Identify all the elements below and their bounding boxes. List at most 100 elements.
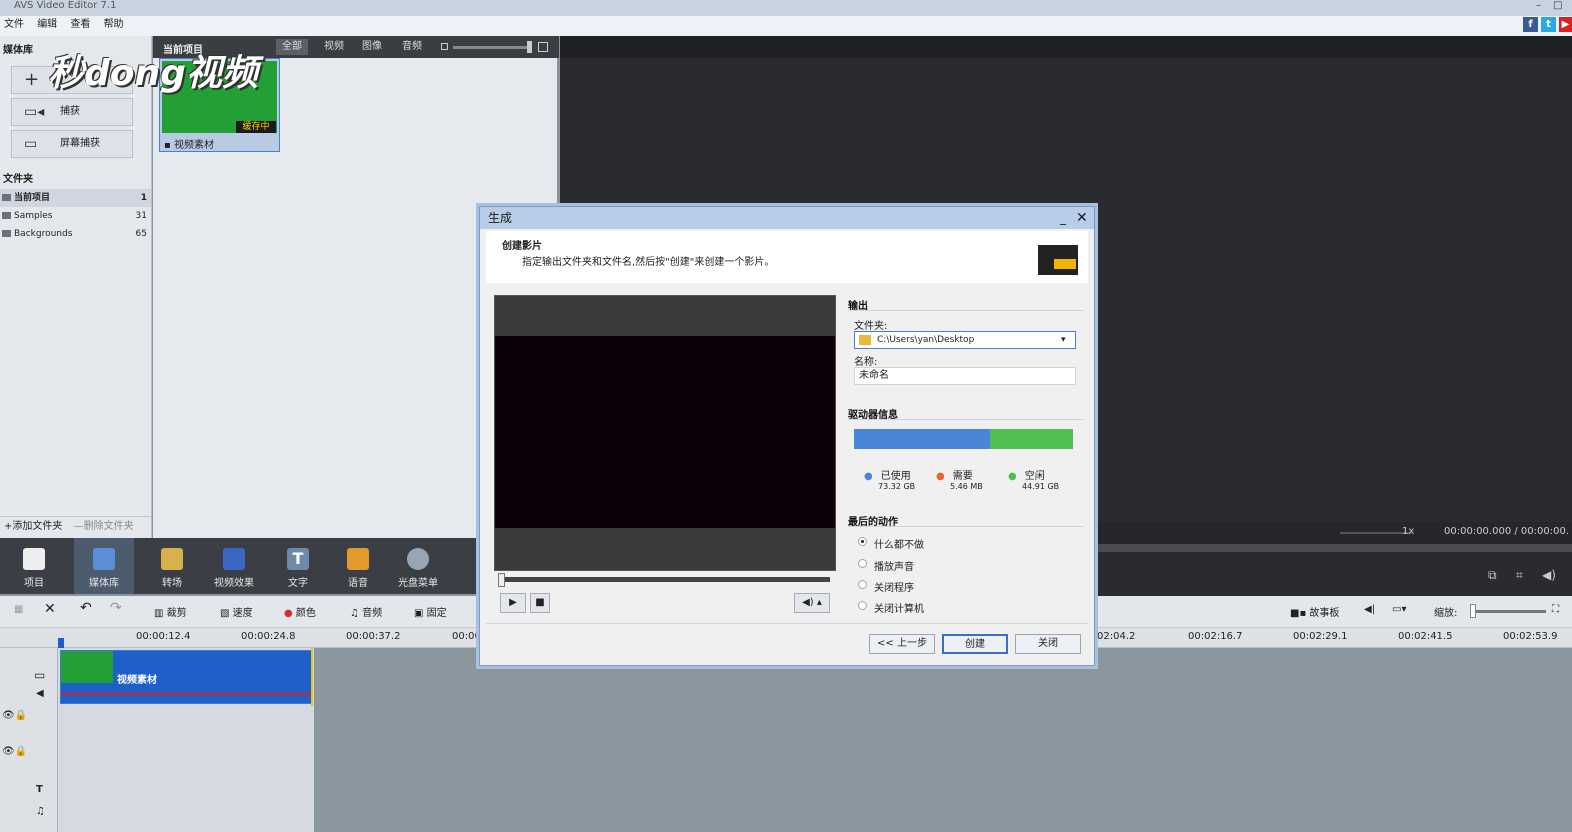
dialog-title-bar: 生成 _ ✕ (480, 207, 1094, 229)
radio-button[interactable] (858, 580, 867, 589)
menu-help[interactable]: 帮助 (104, 19, 124, 30)
small-thumb-icon[interactable] (441, 43, 448, 50)
audio-button[interactable]: ♫ 音频 (350, 604, 382, 619)
microphone-icon (347, 548, 369, 570)
folder-count: 31 (135, 211, 147, 221)
tool-label: 媒体库 (89, 578, 119, 589)
zoom-handle[interactable] (1470, 604, 1476, 618)
twitter-icon[interactable]: t (1541, 17, 1556, 32)
speed-button[interactable]: ▧ 速度 (220, 604, 253, 619)
color-button[interactable]: ● 颜色 (284, 604, 316, 619)
tab-audio[interactable]: 音频 (396, 39, 428, 55)
tab-image[interactable]: 图像 (356, 39, 388, 55)
action-shutdown[interactable]: 关闭计算机 (858, 600, 924, 615)
tool-project[interactable]: 项目 (4, 538, 64, 594)
folder-samples[interactable]: Samples 31 (0, 207, 151, 225)
delete-icon[interactable]: ✕ (44, 601, 56, 617)
clapper-icon (23, 548, 45, 570)
action-play-sound[interactable]: 播放声音 (858, 558, 914, 573)
free-dot-icon: ● (1008, 471, 1017, 482)
folder-current-project[interactable]: 当前项目 1 (0, 189, 151, 207)
storyboard-button[interactable]: ■▪ 故事板 (1290, 604, 1339, 619)
lock-icon[interactable]: 👁🔒 (2, 746, 27, 757)
slider-handle[interactable] (527, 41, 532, 53)
thumb-size-slider[interactable] (453, 46, 531, 49)
video-clip[interactable]: 视频素材 (60, 650, 312, 704)
back-button[interactable]: << 上一步 (869, 634, 935, 654)
speed-slider[interactable] (1340, 532, 1410, 534)
stabilize-button[interactable]: ▣ 固定 (414, 604, 447, 619)
name-input[interactable]: 未命名 (854, 367, 1076, 385)
radio-button[interactable] (858, 601, 867, 610)
minimize-icon[interactable]: – (1536, 0, 1541, 11)
audio-level-line[interactable] (61, 693, 311, 695)
ruler-tick: 00:02:53.9 (1503, 631, 1558, 642)
radio-button[interactable] (858, 537, 867, 546)
action-do-nothing[interactable]: 什么都不做 (858, 536, 924, 551)
undo-icon[interactable]: ↶ (80, 600, 92, 616)
add-folder-button[interactable]: +添加文件夹 (4, 521, 62, 532)
capture-button[interactable]: ▭◂ 捕获 (11, 98, 133, 126)
menu-view[interactable]: 查看 (70, 19, 90, 30)
folder-select[interactable]: C:\Users\yan\Desktop ▾ (854, 331, 1076, 349)
audio-mix-icon[interactable]: ◀| (1364, 604, 1375, 615)
folder-backgrounds[interactable]: Backgrounds 65 (0, 225, 151, 243)
action-label: 什么都不做 (874, 540, 924, 551)
trim-button[interactable]: ▥ 裁剪 (154, 604, 187, 619)
transition-icon (161, 548, 183, 570)
tab-video[interactable]: 视频 (318, 39, 350, 55)
tool-disc-menu[interactable]: 光盘菜单 (388, 538, 448, 594)
stop-button[interactable]: ■ (530, 593, 550, 613)
volume-icon[interactable]: ◀) (1542, 568, 1556, 582)
display-dropdown-icon[interactable]: ▭▾ (1392, 604, 1406, 615)
screen-capture-button[interactable]: ▭ 屏幕捕获 (11, 130, 133, 158)
preview-seekbar[interactable] (500, 577, 830, 582)
radio-button[interactable] (858, 559, 867, 568)
film-icon (93, 548, 115, 570)
minimize-icon[interactable]: _ (1060, 207, 1066, 229)
tool-media-library[interactable]: 媒体库 (74, 538, 134, 594)
dialog-preview (494, 295, 836, 571)
speed-label-btn: 速度 (232, 608, 253, 619)
youtube-icon[interactable]: ▶ (1559, 17, 1572, 32)
tool-text[interactable]: T 文字 (268, 538, 328, 594)
disc-icon (407, 548, 429, 570)
restore-icon[interactable]: □ (1553, 0, 1562, 11)
tool-video-effects[interactable]: 视频效果 (204, 538, 264, 594)
folder-icon (2, 230, 11, 237)
delete-folder-button[interactable]: —删除文件夹 (74, 521, 134, 532)
tool-label: 项目 (24, 578, 44, 589)
plus-icon: + (24, 69, 40, 90)
legend-value: 5.46 MB (950, 482, 983, 491)
tool-label: 转场 (162, 578, 182, 589)
zoom-slider[interactable] (1474, 610, 1546, 613)
volume-button[interactable]: ◀) ▴ (794, 593, 830, 613)
playhead[interactable] (58, 638, 64, 648)
clip-end-marker[interactable] (311, 648, 313, 706)
grid-icon[interactable]: ▦ (14, 604, 23, 615)
legend-needed: ● 需要 5.46 MB (936, 467, 983, 491)
tool-voice[interactable]: 语音 (328, 538, 388, 594)
facebook-icon[interactable]: f (1523, 17, 1538, 32)
create-button[interactable]: 创建 (942, 634, 1008, 654)
folder-value: C:\Users\yan\Desktop (877, 335, 975, 345)
screen-capture-label: 屏幕捕获 (60, 138, 100, 149)
large-thumb-icon[interactable] (538, 42, 548, 52)
lock-icon[interactable]: 👁🔒 (2, 710, 27, 721)
tool-label: 语音 (348, 578, 368, 589)
action-close-program[interactable]: 关闭程序 (858, 579, 914, 594)
close-button[interactable]: 关闭 (1015, 634, 1081, 654)
redo-icon[interactable]: ↷ (110, 600, 122, 616)
tool-transitions[interactable]: 转场 (142, 538, 202, 594)
play-button[interactable]: ▶ (500, 593, 526, 613)
crop-icon[interactable]: ⌗ (1516, 568, 1523, 583)
media-library-header: 媒体库 (3, 45, 33, 56)
seek-handle[interactable] (498, 573, 505, 587)
tab-all[interactable]: 全部 (276, 39, 308, 55)
snapshot-icon[interactable]: ⧉ (1488, 568, 1497, 583)
chevron-down-icon[interactable]: ▾ (1061, 332, 1066, 348)
menu-edit[interactable]: 编辑 (37, 19, 57, 30)
close-icon[interactable]: ✕ (1076, 207, 1088, 229)
fit-icon[interactable]: ⛶ (1552, 604, 1559, 615)
menu-file[interactable]: 文件 (4, 19, 24, 30)
